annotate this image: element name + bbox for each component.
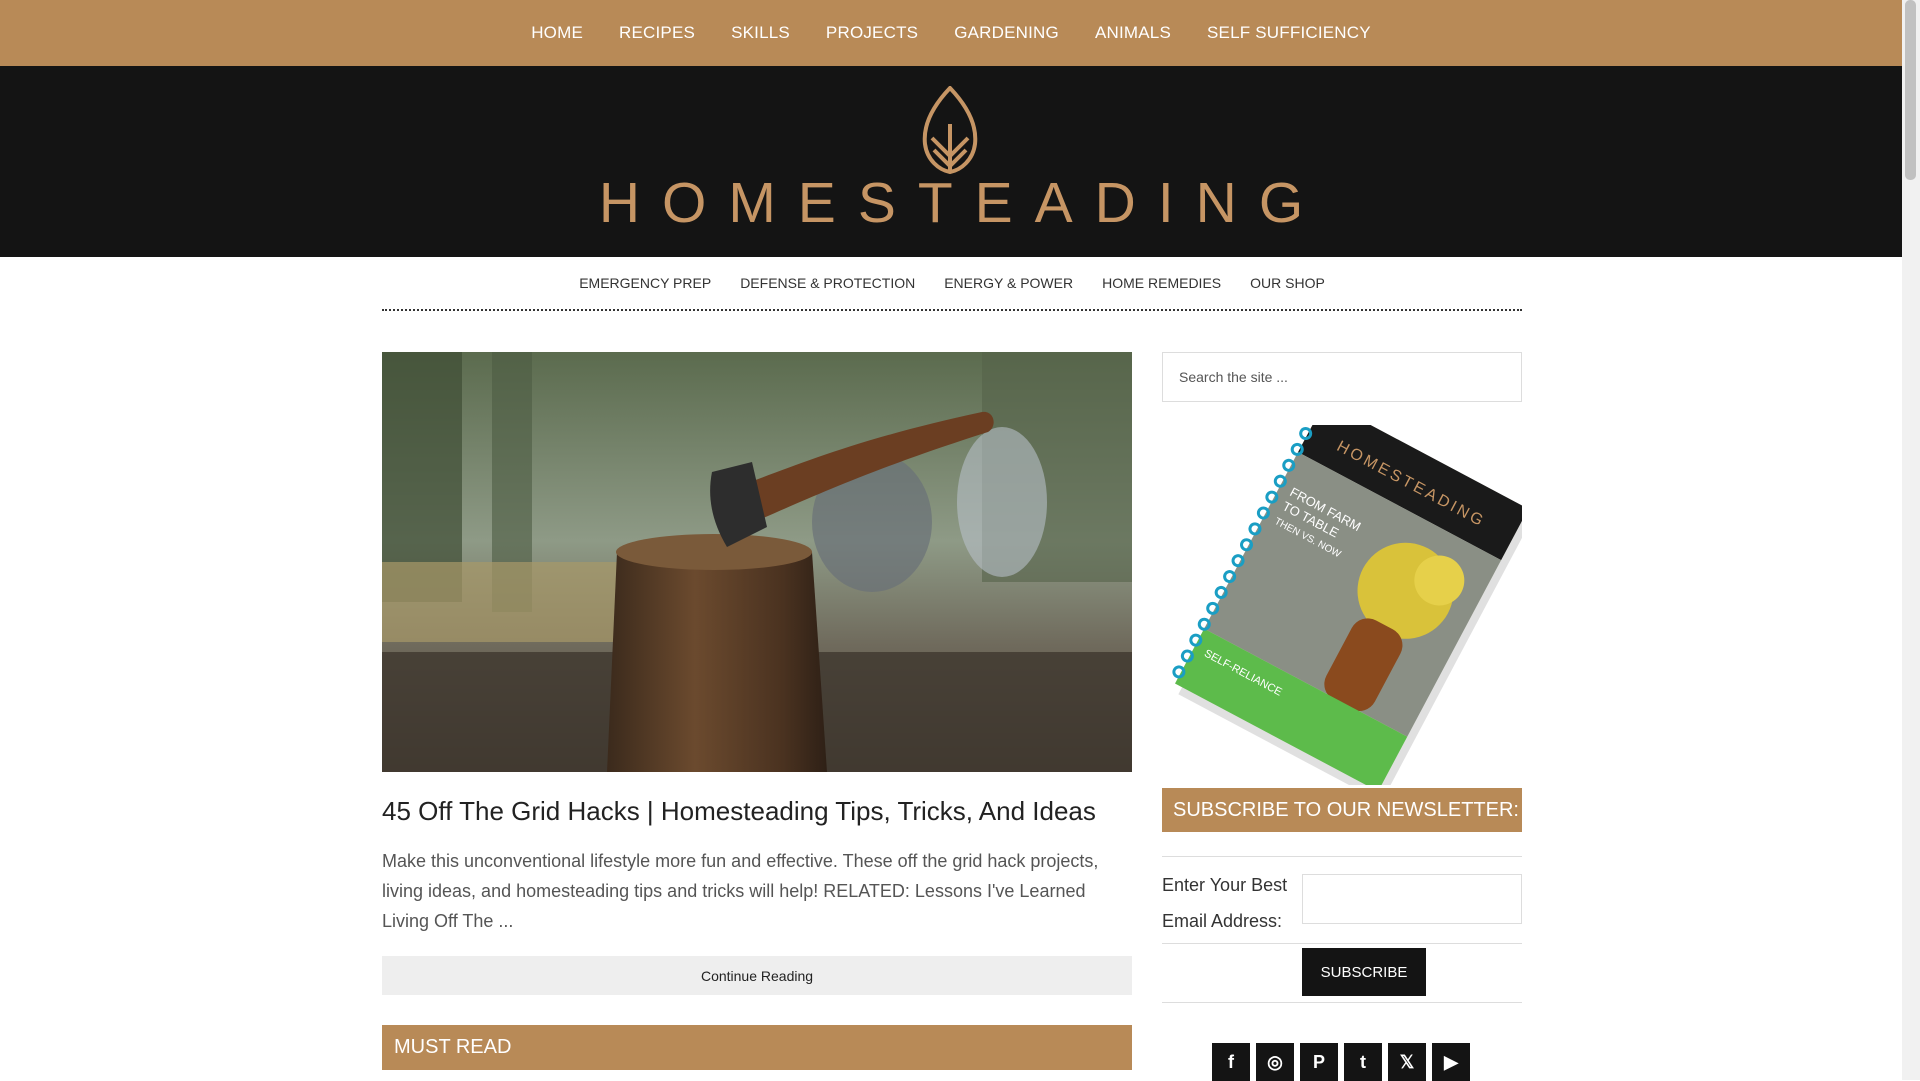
nav-projects[interactable]: PROJECTS <box>826 23 918 43</box>
site-logo-text[interactable]: HOMESTEADING <box>0 170 1902 236</box>
nav-home-remedies[interactable]: HOME REMEDIES <box>1102 275 1221 291</box>
nav-animals[interactable]: ANIMALS <box>1095 23 1171 43</box>
leaf-logo-icon[interactable] <box>919 86 981 174</box>
must-read-heading: MUST READ <box>382 1025 1132 1070</box>
scrollbar-thumb[interactable] <box>1905 0 1916 180</box>
top-nav: HOME RECIPES SKILLS PROJECTS GARDENING A… <box>0 0 1902 66</box>
search-input[interactable] <box>1162 352 1522 402</box>
nav-recipes[interactable]: RECIPES <box>619 23 695 43</box>
email-field[interactable] <box>1302 874 1522 924</box>
post-title[interactable]: 45 Off The Grid Hacks | Homesteading Tip… <box>382 796 1142 827</box>
post-featured-image[interactable] <box>382 352 1132 772</box>
instagram-icon[interactable]: ◎ <box>1256 1043 1294 1081</box>
nav-defense-protection[interactable]: DEFENSE & PROTECTION <box>740 275 915 291</box>
continue-reading-button[interactable]: Continue Reading <box>382 956 1132 995</box>
secondary-nav: EMERGENCY PREP DEFENSE & PROTECTION ENER… <box>382 257 1522 311</box>
nav-self-sufficiency[interactable]: SELF SUFFICIENCY <box>1207 23 1371 43</box>
magazine-cover-image[interactable]: HOMESTEADING FROM FARM TO TABLE THEN VS.… <box>1172 425 1522 785</box>
post-excerpt: Make this unconventional lifestyle more … <box>382 851 1099 931</box>
facebook-icon[interactable]: f <box>1212 1043 1250 1081</box>
social-icons: f ◎ P t 𝕏 ▶ <box>1212 1043 1470 1081</box>
nav-emergency-prep[interactable]: EMERGENCY PREP <box>579 275 711 291</box>
x-icon[interactable]: 𝕏 <box>1388 1043 1426 1081</box>
nav-our-shop[interactable]: OUR SHOP <box>1250 275 1325 291</box>
email-label: Enter Your Best Email Address: <box>1162 875 1288 931</box>
newsletter-heading: SUBSCRIBE TO OUR NEWSLETTER: <box>1162 788 1522 832</box>
nav-skills[interactable]: SKILLS <box>731 23 790 43</box>
nav-energy-power[interactable]: ENERGY & POWER <box>944 275 1073 291</box>
nav-home[interactable]: HOME <box>531 23 583 43</box>
pinterest-icon[interactable]: P <box>1300 1043 1338 1081</box>
divider <box>1162 1002 1522 1003</box>
tumblr-icon[interactable]: t <box>1344 1043 1382 1081</box>
subscribe-button[interactable]: SUBSCRIBE <box>1302 948 1426 996</box>
youtube-icon[interactable]: ▶ <box>1432 1043 1470 1081</box>
nav-gardening[interactable]: GARDENING <box>954 23 1059 43</box>
newsletter-form: Enter Your Best Email Address: <box>1162 856 1522 944</box>
